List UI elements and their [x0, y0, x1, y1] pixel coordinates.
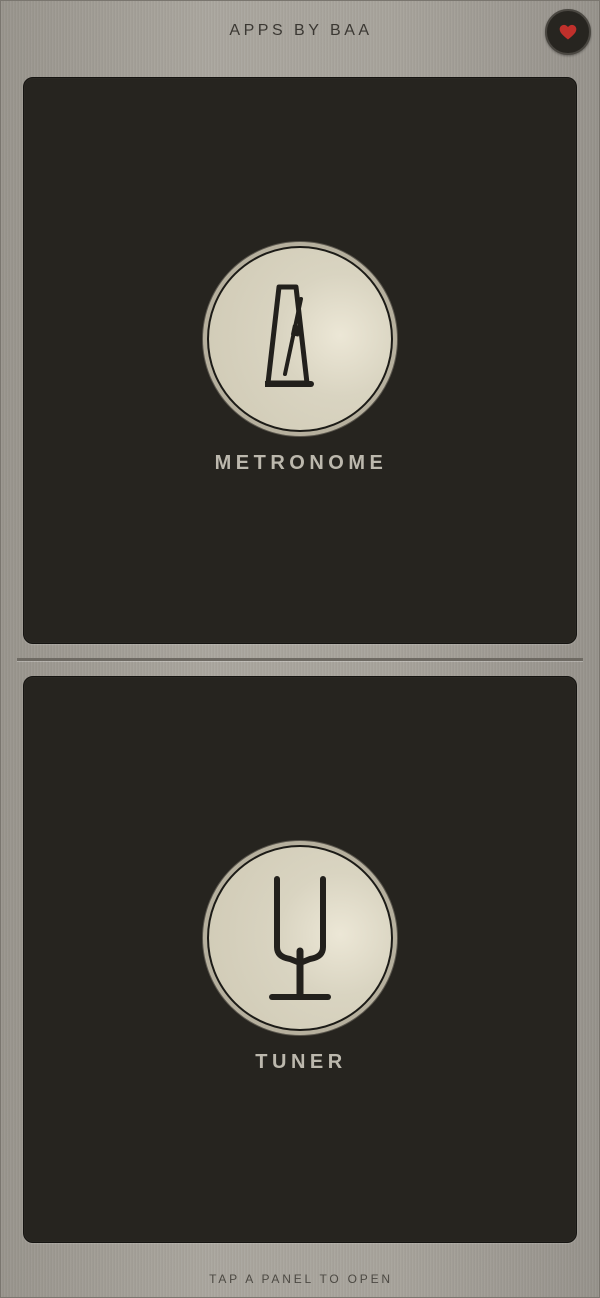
tuner-dial	[203, 841, 397, 1035]
metronome-panel[interactable]: METRONOME	[23, 77, 577, 644]
tuner-panel[interactable]: TUNER	[23, 676, 577, 1243]
metronome-icon	[265, 284, 314, 387]
metronome-dial	[203, 242, 397, 436]
footer-hint: TAP A PANEL TO OPEN	[209, 1272, 393, 1286]
tuner-label: TUNER	[255, 1051, 347, 1073]
favorite-button[interactable]	[545, 9, 591, 55]
app-title: APPS BY BAA	[229, 22, 373, 39]
tuner-dial-face	[207, 845, 393, 1031]
metronome-label: METRONOME	[214, 452, 388, 474]
metronome-dial-face	[207, 246, 393, 432]
app-root: APPS BY BAA METRONOME TUNER TAP A PANEL …	[0, 0, 600, 1298]
panel-divider	[17, 658, 583, 661]
tuning-fork-icon	[269, 876, 331, 1000]
heart-icon	[559, 24, 577, 40]
